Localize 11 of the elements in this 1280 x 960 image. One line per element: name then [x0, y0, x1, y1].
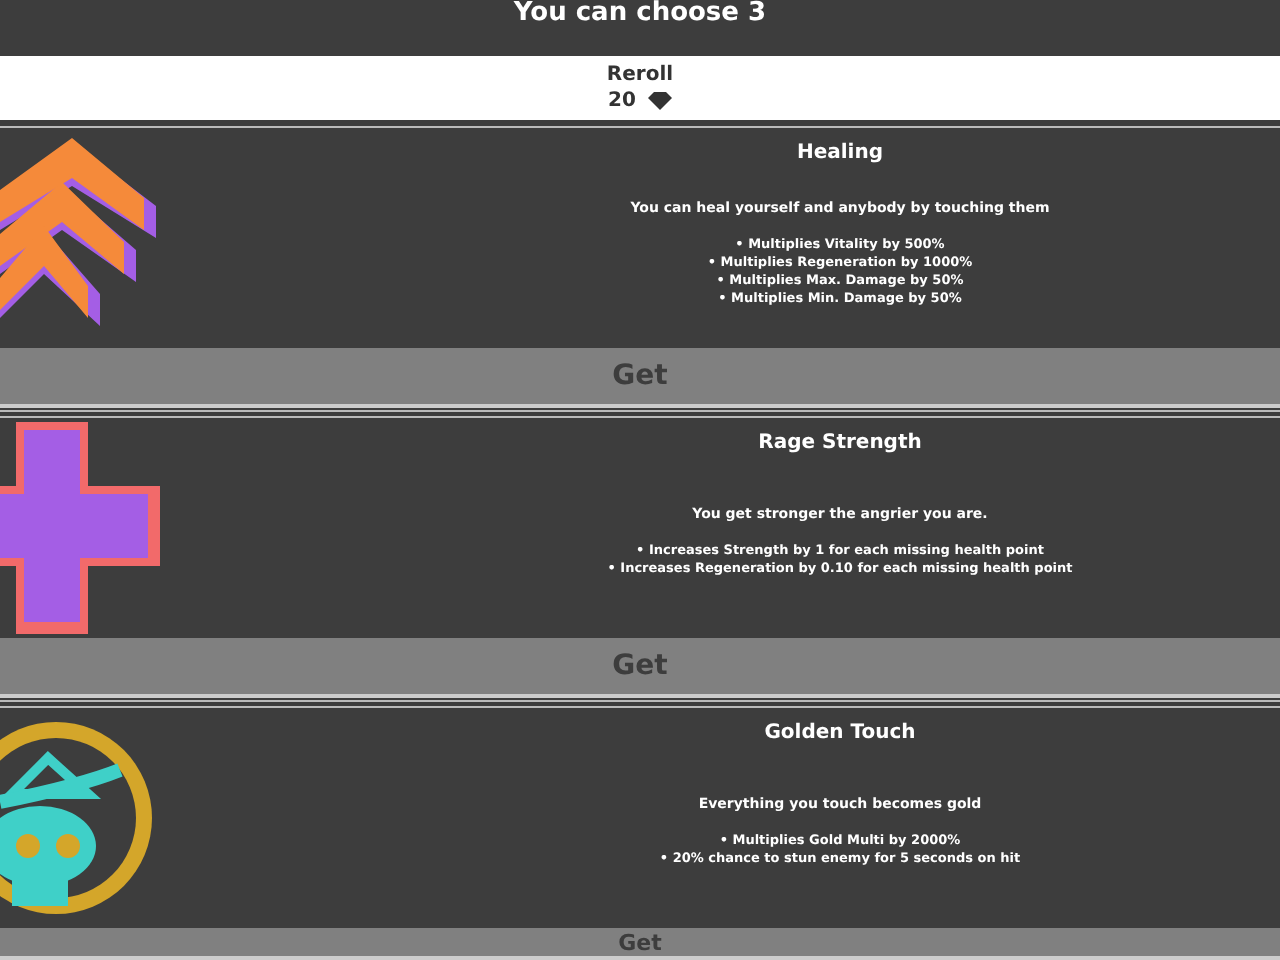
- reroll-cost: 20: [608, 89, 636, 112]
- get-button[interactable]: Get: [0, 347, 1280, 408]
- plus-icon: [0, 422, 160, 635]
- perk-name: Healing: [796, 141, 884, 164]
- gem-icon: [647, 91, 672, 110]
- reroll-button[interactable]: Reroll 20: [0, 55, 1280, 124]
- get-button[interactable]: Get: [0, 637, 1280, 698]
- screen-title: You can choose 3: [513, 0, 767, 28]
- perk-name: Golden Touch: [764, 721, 916, 744]
- perk-name: Rage Strength: [758, 431, 922, 454]
- get-button[interactable]: Get: [0, 928, 1280, 960]
